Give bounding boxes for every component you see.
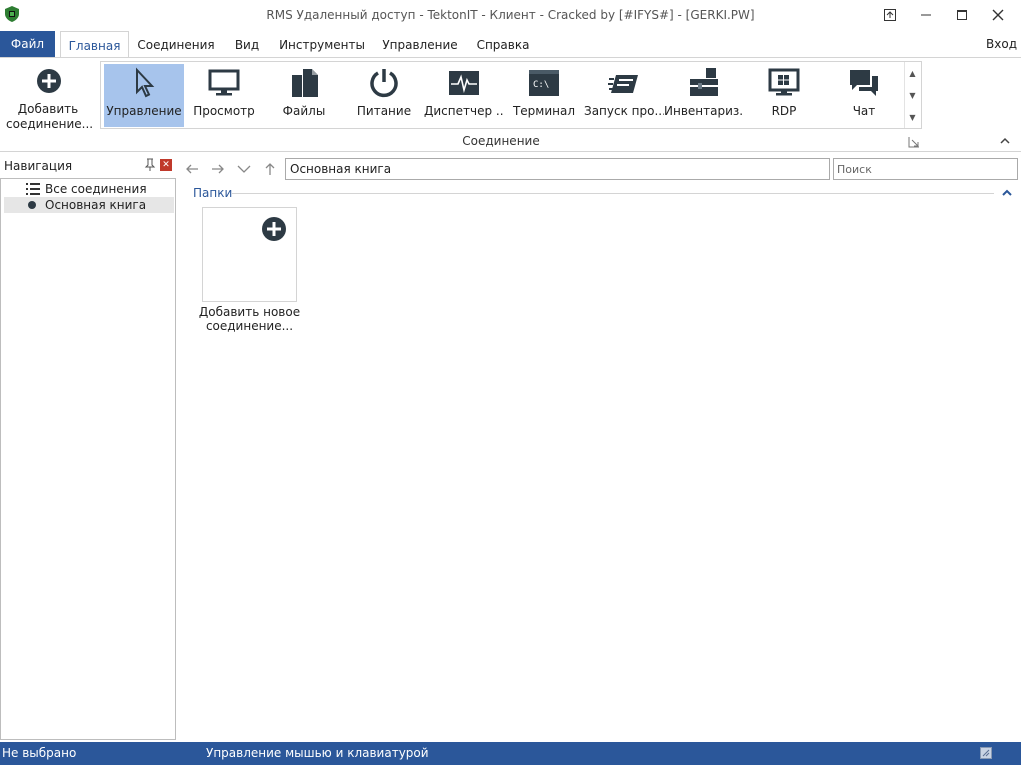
tile-label: Добавить новое соединение... [198, 305, 301, 333]
maximize-button[interactable] [944, 0, 980, 30]
close-navigation-button[interactable]: ✕ [160, 159, 172, 171]
add-connection-button[interactable]: Добавить соединение... [6, 62, 94, 142]
terminal-glyph: C:\ [533, 80, 549, 90]
tab-help[interactable]: Справка [470, 31, 536, 57]
chat-icon [850, 70, 878, 96]
list-icon [26, 183, 40, 195]
add-circle-icon [37, 69, 61, 93]
gallery-item-manage[interactable]: Управление [104, 64, 184, 127]
search-input[interactable] [833, 158, 1018, 180]
monitor-icon [208, 69, 240, 96]
login-button[interactable]: Вход [986, 31, 1017, 57]
power-icon [370, 69, 398, 98]
cursor-icon [136, 67, 155, 98]
toolbox-icon [690, 68, 718, 96]
history-dropdown-button[interactable] [236, 160, 252, 178]
folders-section-title: Папки [193, 186, 233, 200]
tab-management[interactable]: Управление [378, 31, 462, 57]
file-menu-button[interactable]: Файл [0, 31, 55, 57]
minimize-button[interactable] [908, 0, 944, 30]
close-icon [992, 9, 1004, 21]
tab-home[interactable]: Главная [60, 31, 129, 57]
gallery-item-terminal[interactable]: C:\ Терминал [504, 64, 584, 127]
bullet-icon [28, 201, 36, 209]
gallery-item-inventory[interactable]: Инвентариз... [664, 64, 744, 127]
tab-view[interactable]: Вид [226, 31, 268, 57]
arrow-right-icon [212, 164, 224, 174]
collapse-ribbon-icon[interactable] [998, 134, 1012, 148]
gallery-expand-button[interactable]: ▼ [904, 106, 921, 128]
gallery-item-run-program[interactable]: Запуск про... [584, 64, 664, 127]
gallery-item-power[interactable]: Питание [344, 64, 424, 127]
terminal-icon: C:\ [529, 70, 559, 96]
up-button[interactable] [262, 160, 278, 178]
status-selection: Не выбрано [2, 746, 77, 760]
gallery-scroll-up-button[interactable]: ▲ [904, 62, 921, 84]
gallery-item-files[interactable]: Файлы [264, 64, 344, 127]
pin-icon[interactable] [144, 158, 156, 172]
close-x-icon: ✕ [162, 160, 170, 170]
navigation-tree [0, 178, 176, 740]
status-bar [0, 742, 1021, 765]
tree-item-main-book[interactable]: Основная книга [4, 197, 174, 213]
pulse-icon [449, 71, 479, 95]
gallery-item-view[interactable]: Просмотр [184, 64, 264, 127]
run-icon [608, 75, 638, 93]
status-mode: Управление мышью и клавиатурой [206, 746, 429, 760]
add-connection-label: Добавить соединение... [6, 102, 94, 131]
back-button[interactable] [184, 160, 200, 178]
tab-connections[interactable]: Соединения [134, 31, 218, 57]
files-icon [292, 69, 318, 97]
maximize-icon [957, 10, 967, 20]
gallery-item-task-manager[interactable]: Диспетчер ... [424, 64, 504, 127]
tree-item-label: Основная книга [45, 198, 147, 212]
expand-gallery-icon: ▼ [909, 112, 916, 122]
triangle-up-icon: ▲ [909, 68, 916, 78]
add-new-connection-tile[interactable] [202, 207, 297, 302]
pin-window-icon [884, 9, 896, 21]
tab-tools[interactable]: Инструменты [276, 31, 368, 57]
triangle-down-icon: ▼ [909, 90, 916, 100]
window-title: RMS Удаленный доступ - TektonIT - Клиент… [266, 8, 755, 22]
gallery-scroll-down-button[interactable]: ▼ [904, 84, 921, 106]
close-window-button[interactable] [980, 0, 1016, 30]
arrow-up-icon [265, 163, 275, 175]
forward-button[interactable] [210, 160, 226, 178]
add-circle-icon [262, 217, 286, 241]
restore-window-button[interactable] [872, 0, 908, 30]
section-divider [232, 193, 994, 194]
ribbon-group-label: Соединение [462, 134, 540, 148]
navigation-title: Навигация [4, 159, 73, 173]
gallery-item-chat[interactable]: Чат [824, 64, 904, 127]
chevron-down-icon [237, 165, 251, 173]
dialog-launcher-icon[interactable] [908, 136, 920, 148]
rdp-icon [768, 68, 800, 96]
gallery-item-rdp[interactable]: RDP [744, 64, 824, 127]
minimize-icon [921, 14, 931, 16]
resize-grip-icon[interactable] [980, 747, 992, 759]
collapse-section-icon[interactable] [1001, 187, 1013, 199]
arrow-left-icon [186, 164, 198, 174]
tree-item-all-connections[interactable]: Все соединения [4, 181, 174, 197]
tree-item-label: Все соединения [45, 182, 147, 196]
address-field[interactable]: Основная книга [285, 158, 830, 180]
